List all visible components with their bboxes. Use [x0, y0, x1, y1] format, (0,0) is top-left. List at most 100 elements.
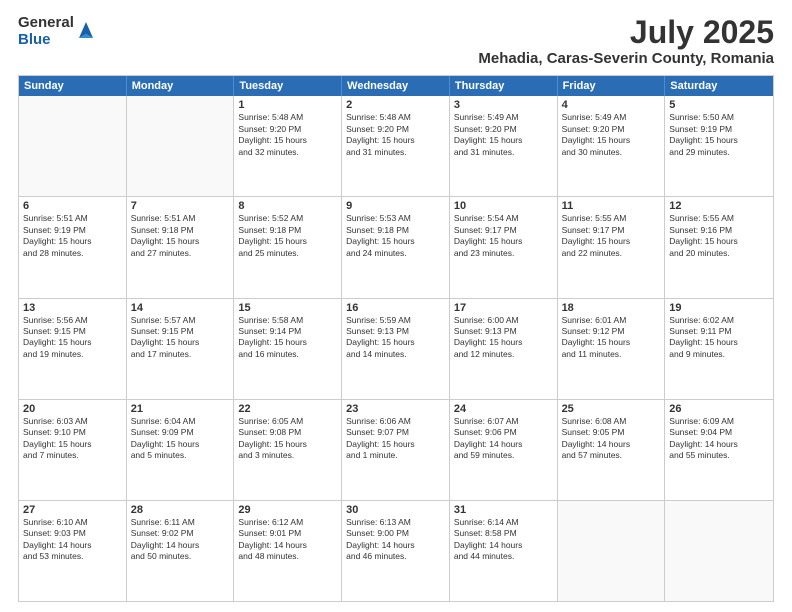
cell-w2-d5: 18Sunrise: 6:01 AM Sunset: 9:12 PM Dayli…: [558, 299, 666, 399]
cell-w2-d4: 17Sunrise: 6:00 AM Sunset: 9:13 PM Dayli…: [450, 299, 558, 399]
day-number: 18: [562, 302, 661, 314]
day-number: 30: [346, 504, 445, 516]
day-number: 9: [346, 200, 445, 212]
day-content: Sunrise: 5:58 AM Sunset: 9:14 PM Dayligh…: [238, 315, 337, 361]
day-content: Sunrise: 6:13 AM Sunset: 9:00 PM Dayligh…: [346, 517, 445, 563]
day-content: Sunrise: 6:14 AM Sunset: 8:58 PM Dayligh…: [454, 517, 553, 563]
day-content: Sunrise: 5:57 AM Sunset: 9:15 PM Dayligh…: [131, 315, 230, 361]
day-number: 7: [131, 200, 230, 212]
cell-w3-d6: 26Sunrise: 6:09 AM Sunset: 9:04 PM Dayli…: [665, 400, 773, 500]
day-content: Sunrise: 6:11 AM Sunset: 9:02 PM Dayligh…: [131, 517, 230, 563]
header-sunday: Sunday: [19, 76, 127, 96]
location-title: Mehadia, Caras-Severin County, Romania: [478, 50, 774, 67]
day-number: 23: [346, 403, 445, 415]
header-monday: Monday: [127, 76, 235, 96]
day-content: Sunrise: 5:53 AM Sunset: 9:18 PM Dayligh…: [346, 213, 445, 259]
day-content: Sunrise: 5:50 AM Sunset: 9:19 PM Dayligh…: [669, 112, 769, 158]
week-row-3: 20Sunrise: 6:03 AM Sunset: 9:10 PM Dayli…: [19, 399, 773, 500]
cell-w2-d2: 15Sunrise: 5:58 AM Sunset: 9:14 PM Dayli…: [234, 299, 342, 399]
day-number: 22: [238, 403, 337, 415]
logo-blue: Blue: [18, 32, 74, 49]
day-number: 8: [238, 200, 337, 212]
logo: General Blue: [18, 15, 95, 48]
day-number: 11: [562, 200, 661, 212]
cell-w0-d1: [127, 96, 235, 196]
day-number: 2: [346, 99, 445, 111]
calendar: Sunday Monday Tuesday Wednesday Thursday…: [18, 75, 774, 602]
cell-w3-d4: 24Sunrise: 6:07 AM Sunset: 9:06 PM Dayli…: [450, 400, 558, 500]
day-number: 25: [562, 403, 661, 415]
day-number: 10: [454, 200, 553, 212]
calendar-header: Sunday Monday Tuesday Wednesday Thursday…: [19, 76, 773, 96]
day-number: 20: [23, 403, 122, 415]
cell-w0-d4: 3Sunrise: 5:49 AM Sunset: 9:20 PM Daylig…: [450, 96, 558, 196]
cell-w1-d5: 11Sunrise: 5:55 AM Sunset: 9:17 PM Dayli…: [558, 197, 666, 297]
month-title: July 2025: [478, 15, 774, 50]
cell-w3-d2: 22Sunrise: 6:05 AM Sunset: 9:08 PM Dayli…: [234, 400, 342, 500]
cell-w4-d6: [665, 501, 773, 601]
day-content: Sunrise: 6:02 AM Sunset: 9:11 PM Dayligh…: [669, 315, 769, 361]
day-number: 17: [454, 302, 553, 314]
cell-w3-d5: 25Sunrise: 6:08 AM Sunset: 9:05 PM Dayli…: [558, 400, 666, 500]
cell-w1-d6: 12Sunrise: 5:55 AM Sunset: 9:16 PM Dayli…: [665, 197, 773, 297]
day-content: Sunrise: 6:00 AM Sunset: 9:13 PM Dayligh…: [454, 315, 553, 361]
cell-w0-d3: 2Sunrise: 5:48 AM Sunset: 9:20 PM Daylig…: [342, 96, 450, 196]
cell-w0-d5: 4Sunrise: 5:49 AM Sunset: 9:20 PM Daylig…: [558, 96, 666, 196]
day-number: 3: [454, 99, 553, 111]
cell-w4-d2: 29Sunrise: 6:12 AM Sunset: 9:01 PM Dayli…: [234, 501, 342, 601]
day-content: Sunrise: 5:51 AM Sunset: 9:18 PM Dayligh…: [131, 213, 230, 259]
day-content: Sunrise: 6:08 AM Sunset: 9:05 PM Dayligh…: [562, 416, 661, 462]
cell-w1-d3: 9Sunrise: 5:53 AM Sunset: 9:18 PM Daylig…: [342, 197, 450, 297]
cell-w1-d2: 8Sunrise: 5:52 AM Sunset: 9:18 PM Daylig…: [234, 197, 342, 297]
cell-w2-d6: 19Sunrise: 6:02 AM Sunset: 9:11 PM Dayli…: [665, 299, 773, 399]
day-content: Sunrise: 5:56 AM Sunset: 9:15 PM Dayligh…: [23, 315, 122, 361]
day-content: Sunrise: 6:12 AM Sunset: 9:01 PM Dayligh…: [238, 517, 337, 563]
day-number: 1: [238, 99, 337, 111]
day-content: Sunrise: 6:05 AM Sunset: 9:08 PM Dayligh…: [238, 416, 337, 462]
header-wednesday: Wednesday: [342, 76, 450, 96]
week-row-2: 13Sunrise: 5:56 AM Sunset: 9:15 PM Dayli…: [19, 298, 773, 399]
day-number: 27: [23, 504, 122, 516]
logo-general: General: [18, 15, 74, 32]
day-content: Sunrise: 5:54 AM Sunset: 9:17 PM Dayligh…: [454, 213, 553, 259]
day-number: 26: [669, 403, 769, 415]
day-number: 21: [131, 403, 230, 415]
cell-w3-d1: 21Sunrise: 6:04 AM Sunset: 9:09 PM Dayli…: [127, 400, 235, 500]
day-content: Sunrise: 5:52 AM Sunset: 9:18 PM Dayligh…: [238, 213, 337, 259]
cell-w0-d6: 5Sunrise: 5:50 AM Sunset: 9:19 PM Daylig…: [665, 96, 773, 196]
cell-w1-d0: 6Sunrise: 5:51 AM Sunset: 9:19 PM Daylig…: [19, 197, 127, 297]
cell-w4-d3: 30Sunrise: 6:13 AM Sunset: 9:00 PM Dayli…: [342, 501, 450, 601]
cell-w2-d0: 13Sunrise: 5:56 AM Sunset: 9:15 PM Dayli…: [19, 299, 127, 399]
day-content: Sunrise: 5:49 AM Sunset: 9:20 PM Dayligh…: [454, 112, 553, 158]
day-content: Sunrise: 6:07 AM Sunset: 9:06 PM Dayligh…: [454, 416, 553, 462]
day-number: 16: [346, 302, 445, 314]
day-number: 15: [238, 302, 337, 314]
cell-w1-d4: 10Sunrise: 5:54 AM Sunset: 9:17 PM Dayli…: [450, 197, 558, 297]
day-number: 13: [23, 302, 122, 314]
header-thursday: Thursday: [450, 76, 558, 96]
cell-w4-d5: [558, 501, 666, 601]
day-number: 29: [238, 504, 337, 516]
day-content: Sunrise: 5:55 AM Sunset: 9:17 PM Dayligh…: [562, 213, 661, 259]
cell-w0-d0: [19, 96, 127, 196]
logo-icon: [77, 20, 95, 42]
day-content: Sunrise: 5:48 AM Sunset: 9:20 PM Dayligh…: [238, 112, 337, 158]
week-row-1: 6Sunrise: 5:51 AM Sunset: 9:19 PM Daylig…: [19, 196, 773, 297]
cell-w2-d1: 14Sunrise: 5:57 AM Sunset: 9:15 PM Dayli…: [127, 299, 235, 399]
day-number: 24: [454, 403, 553, 415]
cell-w4-d1: 28Sunrise: 6:11 AM Sunset: 9:02 PM Dayli…: [127, 501, 235, 601]
day-content: Sunrise: 6:01 AM Sunset: 9:12 PM Dayligh…: [562, 315, 661, 361]
calendar-body: 1Sunrise: 5:48 AM Sunset: 9:20 PM Daylig…: [19, 96, 773, 601]
page: General Blue July 2025 Mehadia, Caras-Se…: [0, 0, 792, 612]
header: General Blue July 2025 Mehadia, Caras-Se…: [18, 15, 774, 67]
day-number: 28: [131, 504, 230, 516]
day-content: Sunrise: 5:48 AM Sunset: 9:20 PM Dayligh…: [346, 112, 445, 158]
cell-w4-d0: 27Sunrise: 6:10 AM Sunset: 9:03 PM Dayli…: [19, 501, 127, 601]
day-number: 19: [669, 302, 769, 314]
week-row-4: 27Sunrise: 6:10 AM Sunset: 9:03 PM Dayli…: [19, 500, 773, 601]
title-block: July 2025 Mehadia, Caras-Severin County,…: [478, 15, 774, 67]
day-content: Sunrise: 6:04 AM Sunset: 9:09 PM Dayligh…: [131, 416, 230, 462]
cell-w4-d4: 31Sunrise: 6:14 AM Sunset: 8:58 PM Dayli…: [450, 501, 558, 601]
day-number: 4: [562, 99, 661, 111]
cell-w3-d3: 23Sunrise: 6:06 AM Sunset: 9:07 PM Dayli…: [342, 400, 450, 500]
